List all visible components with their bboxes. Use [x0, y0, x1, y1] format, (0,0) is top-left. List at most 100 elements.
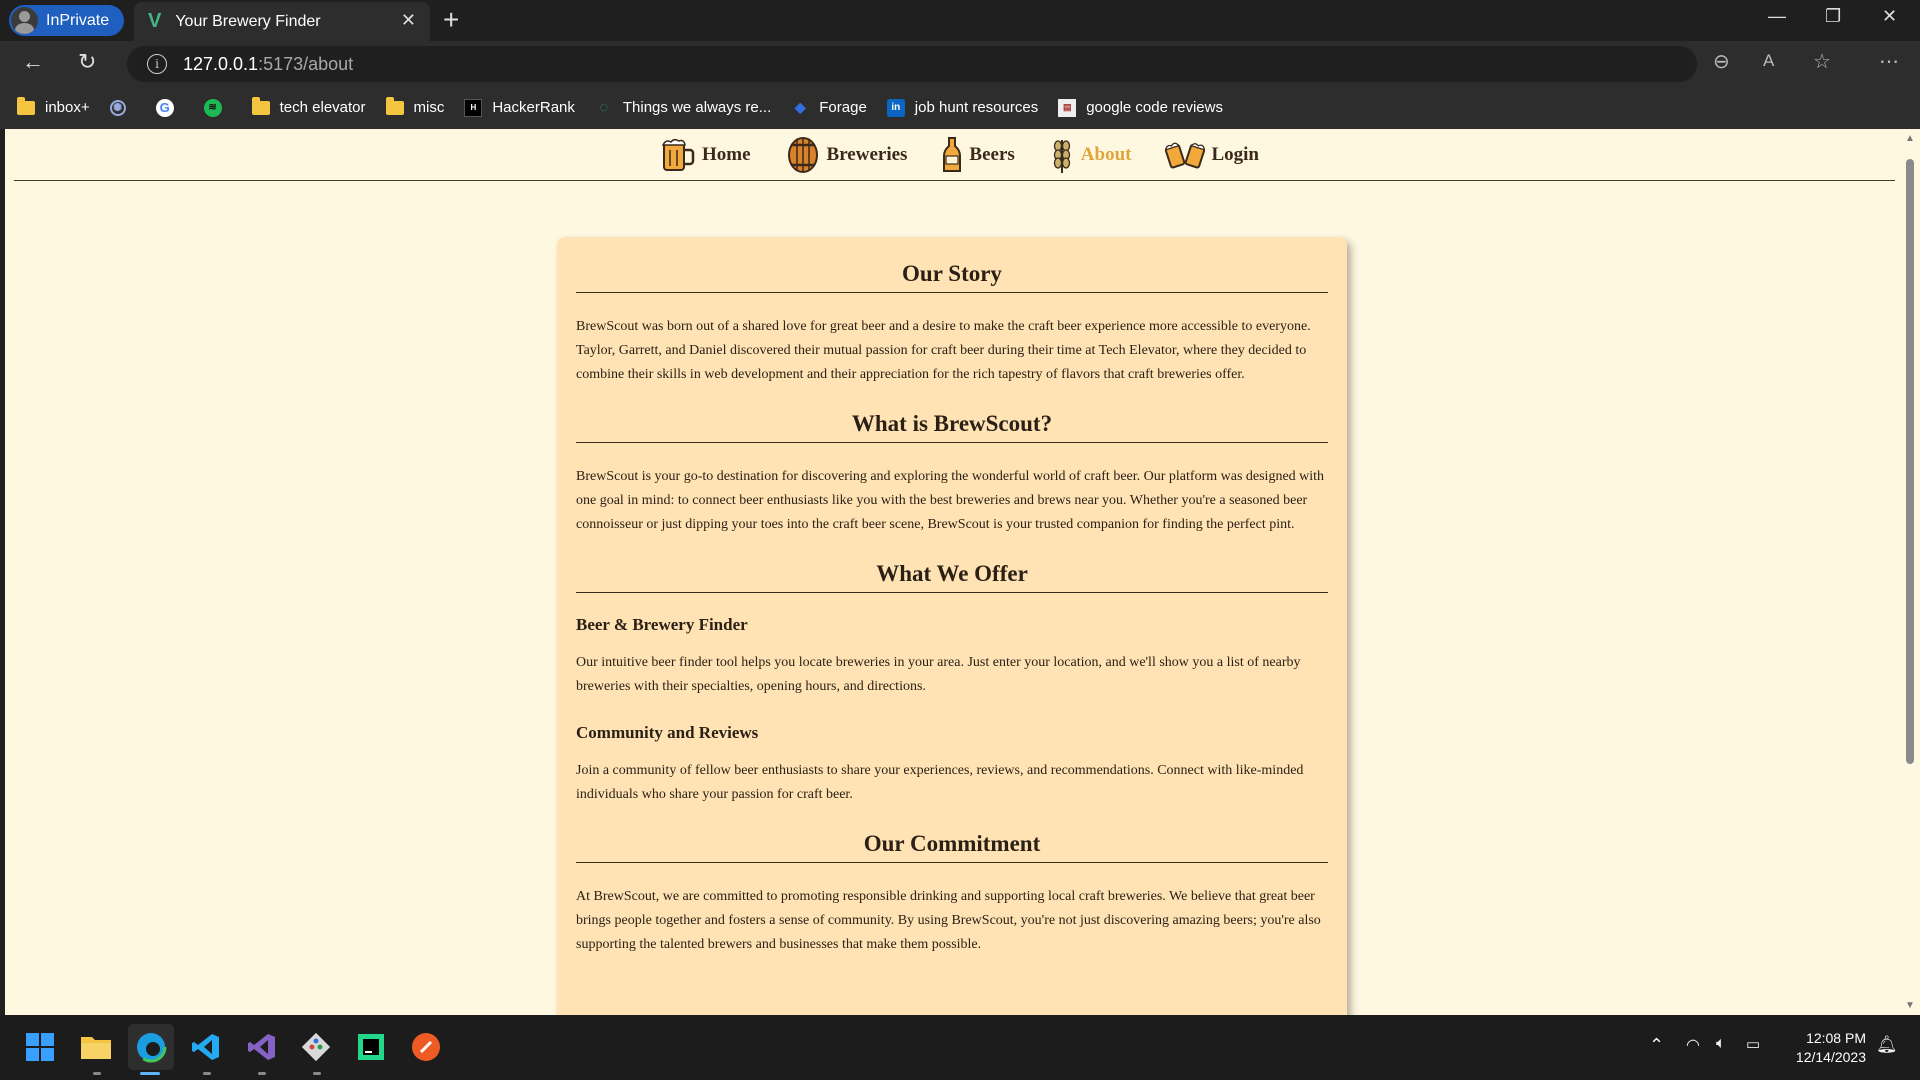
bookmark-label: inbox+ [45, 99, 90, 116]
pycharm-icon[interactable] [353, 1029, 389, 1065]
running-indicator [140, 1072, 160, 1075]
clock-time: 12:08 PM [1806, 1030, 1866, 1046]
bookmark-job-hunt[interactable]: in job hunt resources [886, 98, 1039, 117]
visual-studio-icon[interactable] [244, 1029, 280, 1065]
nav-breweries-label: Breweries [826, 143, 908, 165]
bookmark-label: tech elevator [279, 99, 366, 116]
what-is-brewscout-text: BrewScout is your go-to destination for … [576, 469, 1325, 532]
our-story-text: BrewScout was born out of a shared love … [576, 319, 1311, 382]
tab-close-icon[interactable]: ✕ [401, 10, 416, 31]
our-story-heading: Our Story [576, 261, 1328, 293]
zoom-out-icon[interactable]: ⊖ [1713, 49, 1730, 74]
nav-about[interactable]: About [1049, 136, 1132, 174]
windows-start-icon[interactable] [22, 1029, 58, 1065]
page-viewport: Home Breweries Beers About Login Our Sto… [5, 129, 1900, 1015]
bookmark-label: job hunt resources [914, 99, 1039, 116]
new-tab-button[interactable]: + [443, 4, 459, 36]
bookmark-hackerrank[interactable]: H HackerRank [464, 98, 575, 117]
beer-bottle-icon [943, 136, 962, 172]
site-info-icon[interactable]: i [147, 54, 167, 74]
bookmark-google[interactable]: G [155, 98, 184, 117]
window-close-icon[interactable]: ✕ [1882, 6, 1897, 27]
chevron-up-icon[interactable]: ⌃ [1649, 1035, 1664, 1056]
bookmark-google-code-reviews[interactable]: ▤ google code reviews [1058, 98, 1223, 117]
loading-icon: ◌ [599, 99, 609, 116]
tab-title: Your Brewery Finder [175, 12, 321, 30]
barrel-icon [787, 136, 818, 173]
bookmark-inbox[interactable]: inbox+ [17, 96, 90, 116]
bookmark-things[interactable]: ◌ Things we always re... [595, 99, 771, 117]
edge-browser-icon[interactable] [133, 1029, 169, 1065]
wheat-hops-icon [1053, 139, 1070, 173]
scrollbar-thumb[interactable] [1906, 159, 1914, 764]
wifi-icon[interactable]: ◠ [1686, 1035, 1700, 1055]
nav-beers[interactable]: Beers [941, 136, 1015, 174]
running-indicator [258, 1072, 266, 1075]
url-path: :5173/about [258, 53, 354, 74]
bookmark-tech-elevator[interactable]: tech elevator [251, 96, 366, 116]
bookmark-label: google code reviews [1086, 99, 1223, 116]
bookmark-label: Things we always re... [622, 99, 772, 116]
beer-mug-icon [661, 138, 695, 171]
site-navbar: Home Breweries Beers About Login [14, 129, 1895, 181]
about-card: Our Story BrewScout was born out of a sh… [557, 237, 1347, 1015]
running-indicator [203, 1072, 211, 1075]
back-icon[interactable]: ← [22, 49, 44, 75]
beer-brewery-finder-heading: Beer & Brewery Finder [576, 615, 748, 634]
file-explorer-icon[interactable] [78, 1029, 114, 1065]
notification-bell-icon[interactable]: 🔔︎ [1876, 1035, 1898, 1055]
minimize-icon[interactable]: — [1768, 6, 1786, 27]
nav-home[interactable]: Home [660, 136, 751, 174]
browser-tab[interactable]: V Your Brewery Finder ✕ [134, 2, 430, 41]
nav-breweries[interactable]: Breweries [785, 136, 908, 174]
page-icon: ▤ [1058, 98, 1077, 117]
restore-icon[interactable]: ❐ [1825, 6, 1841, 27]
cheers-mugs-icon [1165, 142, 1206, 168]
community-reviews-heading: Community and Reviews [576, 723, 759, 742]
bookmark-label: Forage [819, 99, 867, 116]
nav-home-label: Home [701, 143, 751, 165]
bookmark-forage[interactable]: ◆ Forage [791, 99, 867, 117]
address-bar[interactable]: i 127.0.0.1 :5173/about [127, 46, 1697, 82]
inprivate-profile-button[interactable]: InPrivate [9, 5, 124, 36]
page-scrollbar[interactable]: ▲ ▼ [1900, 129, 1920, 1015]
address-toolbar: ← ↻ i 127.0.0.1 :5173/about ⊖ A ☆ ⋯ [0, 41, 1920, 86]
nav-login-label: Login [1211, 143, 1260, 165]
postman-icon[interactable] [408, 1029, 444, 1065]
url-host: 127.0.0.1 [183, 53, 259, 74]
our-commitment-text: At BrewScout, we are committed to promot… [576, 889, 1321, 952]
vscode-icon[interactable] [188, 1029, 224, 1065]
scroll-up-icon[interactable]: ▲ [1905, 133, 1915, 144]
volume-icon[interactable]: 🔈︎ [1716, 1035, 1726, 1053]
chatgpt-icon: ✺ [109, 99, 126, 116]
battery-icon[interactable]: ▭ [1746, 1035, 1760, 1053]
bookmark-label: HackerRank [492, 99, 575, 116]
forage-icon: ◆ [794, 99, 806, 115]
nav-login[interactable]: Login [1165, 138, 1259, 172]
folder-icon [385, 96, 404, 115]
read-aloud-icon[interactable]: A [1763, 51, 1774, 71]
nav-about-label: About [1080, 143, 1132, 165]
bookmark-misc[interactable]: misc [385, 96, 445, 116]
browser-titlebar: InPrivate V Your Brewery Finder ✕ + — ❐ … [0, 0, 1920, 41]
our-commitment-heading: Our Commitment [576, 831, 1328, 863]
git-icon[interactable] [298, 1029, 334, 1065]
scroll-down-icon[interactable]: ▼ [1905, 1000, 1915, 1011]
windows-taskbar: ⌃ ◠ 🔈︎ ▭ 12:08 PM 12/14/2023 🔔︎ [0, 1015, 1920, 1080]
favorite-star-icon[interactable]: ☆ [1813, 49, 1831, 74]
refresh-icon[interactable]: ↻ [78, 49, 96, 75]
bookmark-label: misc [413, 99, 445, 116]
bookmark-spotify[interactable]: ≋ [203, 98, 232, 117]
spotify-icon: ≋ [203, 98, 222, 117]
vue-favicon-icon: V [148, 10, 162, 32]
system-clock[interactable]: 12:08 PM 12/14/2023 [1796, 1029, 1866, 1067]
running-indicator [313, 1072, 321, 1075]
beer-brewery-finder-text: Our intuitive beer finder tool helps you… [576, 655, 1301, 694]
more-options-icon[interactable]: ⋯ [1879, 49, 1899, 74]
avatar [11, 7, 38, 34]
running-indicator [93, 1072, 101, 1075]
google-icon: G [155, 98, 174, 117]
clock-date: 12/14/2023 [1795, 1049, 1866, 1065]
bookmark-chatgpt[interactable]: ✺ [109, 99, 136, 116]
linkedin-icon: in [886, 98, 905, 117]
